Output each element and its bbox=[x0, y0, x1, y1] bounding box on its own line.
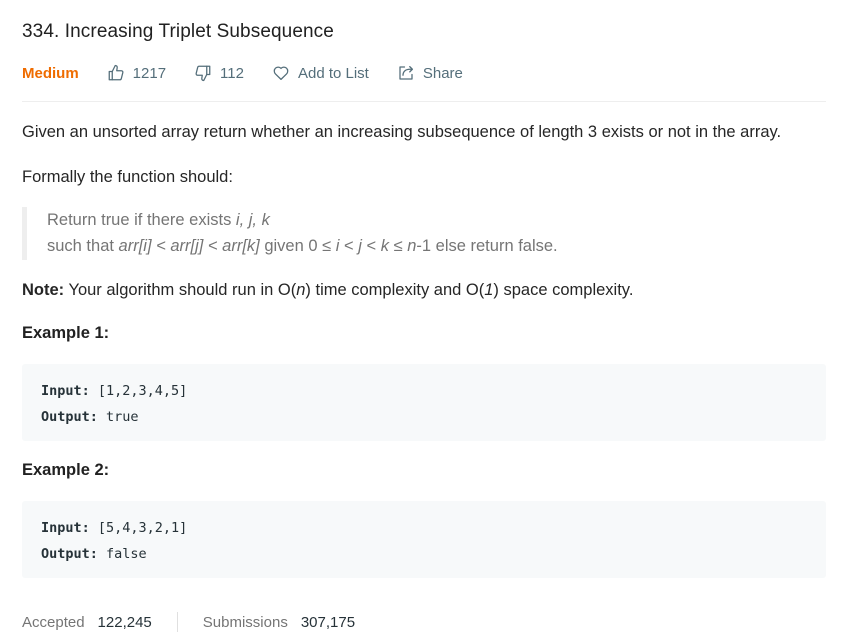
problem-meta-bar: Medium 1217 112 Add to List Share bbox=[22, 62, 491, 84]
example-2-code-block: Input: [5,4,3,2,1] Output: false bbox=[22, 501, 826, 578]
add-to-list-button[interactable]: Add to List bbox=[272, 64, 369, 82]
thumbs-down-icon bbox=[195, 65, 211, 82]
note-label: Note: bbox=[22, 281, 65, 299]
example-1-input-label: Input: bbox=[41, 383, 90, 399]
function-spec-blockquote: Return true if there exists i, j, k such… bbox=[22, 207, 558, 260]
like-button[interactable]: 1217 bbox=[107, 64, 166, 82]
share-label: Share bbox=[422, 64, 463, 82]
stats-divider bbox=[176, 612, 178, 632]
example-2-output-value: false bbox=[97, 546, 147, 562]
thumbs-up-icon bbox=[108, 64, 124, 81]
example-1-output-value: true bbox=[97, 409, 139, 425]
example-1-output-label: Output: bbox=[41, 409, 98, 425]
share-button[interactable]: Share bbox=[397, 64, 463, 82]
example-2-input-value: [5,4,3,2,1] bbox=[89, 520, 188, 536]
example-2-input-label: Input: bbox=[41, 520, 90, 536]
example-2-output-label: Output: bbox=[41, 546, 98, 562]
submission-stats: Accepted 122,245 Submissions 307,175 bbox=[22, 611, 355, 633]
accepted-label: Accepted bbox=[22, 613, 85, 631]
like-count: 1217 bbox=[132, 64, 167, 82]
example-1-input-value: [1,2,3,4,5] bbox=[89, 383, 188, 399]
share-icon bbox=[399, 65, 413, 80]
description-formally: Formally the function should: bbox=[22, 168, 233, 186]
example-2-heading: Example 2: bbox=[22, 461, 110, 479]
quote-line-1: Return true if there exists i, j, k bbox=[47, 211, 270, 229]
accepted-count: 122,245 bbox=[97, 613, 152, 631]
complexity-note: Note: Your algorithm should run in O(n) … bbox=[22, 281, 634, 299]
description-intro: Given an unsorted array return whether a… bbox=[22, 123, 782, 141]
heart-icon bbox=[273, 66, 289, 81]
header-divider bbox=[22, 101, 826, 102]
example-1-code-block: Input: [1,2,3,4,5] Output: true bbox=[22, 364, 826, 441]
problem-title: 334. Increasing Triplet Subsequence bbox=[22, 21, 334, 42]
dislike-count: 112 bbox=[220, 64, 244, 82]
quote-line-2: such that arr[i] < arr[j] < arr[k] given… bbox=[47, 237, 558, 255]
difficulty-badge: Medium bbox=[22, 64, 79, 82]
example-1-heading: Example 1: bbox=[22, 324, 110, 342]
submissions-label: Submissions bbox=[202, 613, 288, 631]
add-to-list-label: Add to List bbox=[297, 64, 369, 82]
dislike-button[interactable]: 112 bbox=[194, 64, 244, 82]
submissions-count: 307,175 bbox=[300, 613, 356, 631]
